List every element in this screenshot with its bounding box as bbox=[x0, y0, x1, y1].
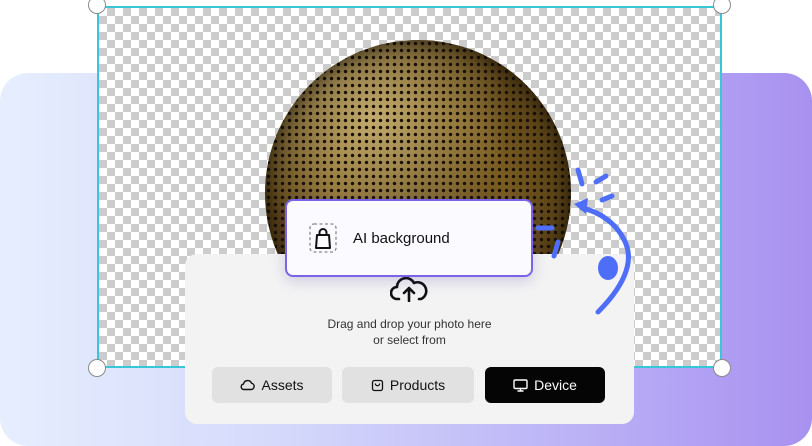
products-button[interactable]: Products bbox=[342, 367, 474, 403]
monitor-icon bbox=[513, 378, 528, 392]
assets-button-label: Assets bbox=[261, 377, 304, 393]
ai-background-label: AI background bbox=[353, 229, 450, 247]
select-from-text: or select from bbox=[373, 333, 446, 347]
device-button[interactable]: Device bbox=[485, 367, 605, 403]
ai-background-card[interactable]: AI background bbox=[285, 199, 533, 277]
shopping-bag-icon bbox=[309, 223, 337, 253]
resize-handle-top-right[interactable] bbox=[713, 0, 731, 14]
cloud-icon bbox=[241, 379, 256, 391]
products-button-label: Products bbox=[389, 377, 446, 393]
resize-handle-bottom-left[interactable] bbox=[88, 359, 106, 377]
cloud-upload-icon bbox=[390, 276, 428, 302]
assets-button[interactable]: Assets bbox=[212, 367, 332, 403]
curved-arrow-icon bbox=[535, 167, 631, 315]
bag-icon bbox=[371, 379, 384, 391]
resize-handle-bottom-right[interactable] bbox=[713, 359, 731, 377]
device-button-label: Device bbox=[534, 377, 577, 393]
